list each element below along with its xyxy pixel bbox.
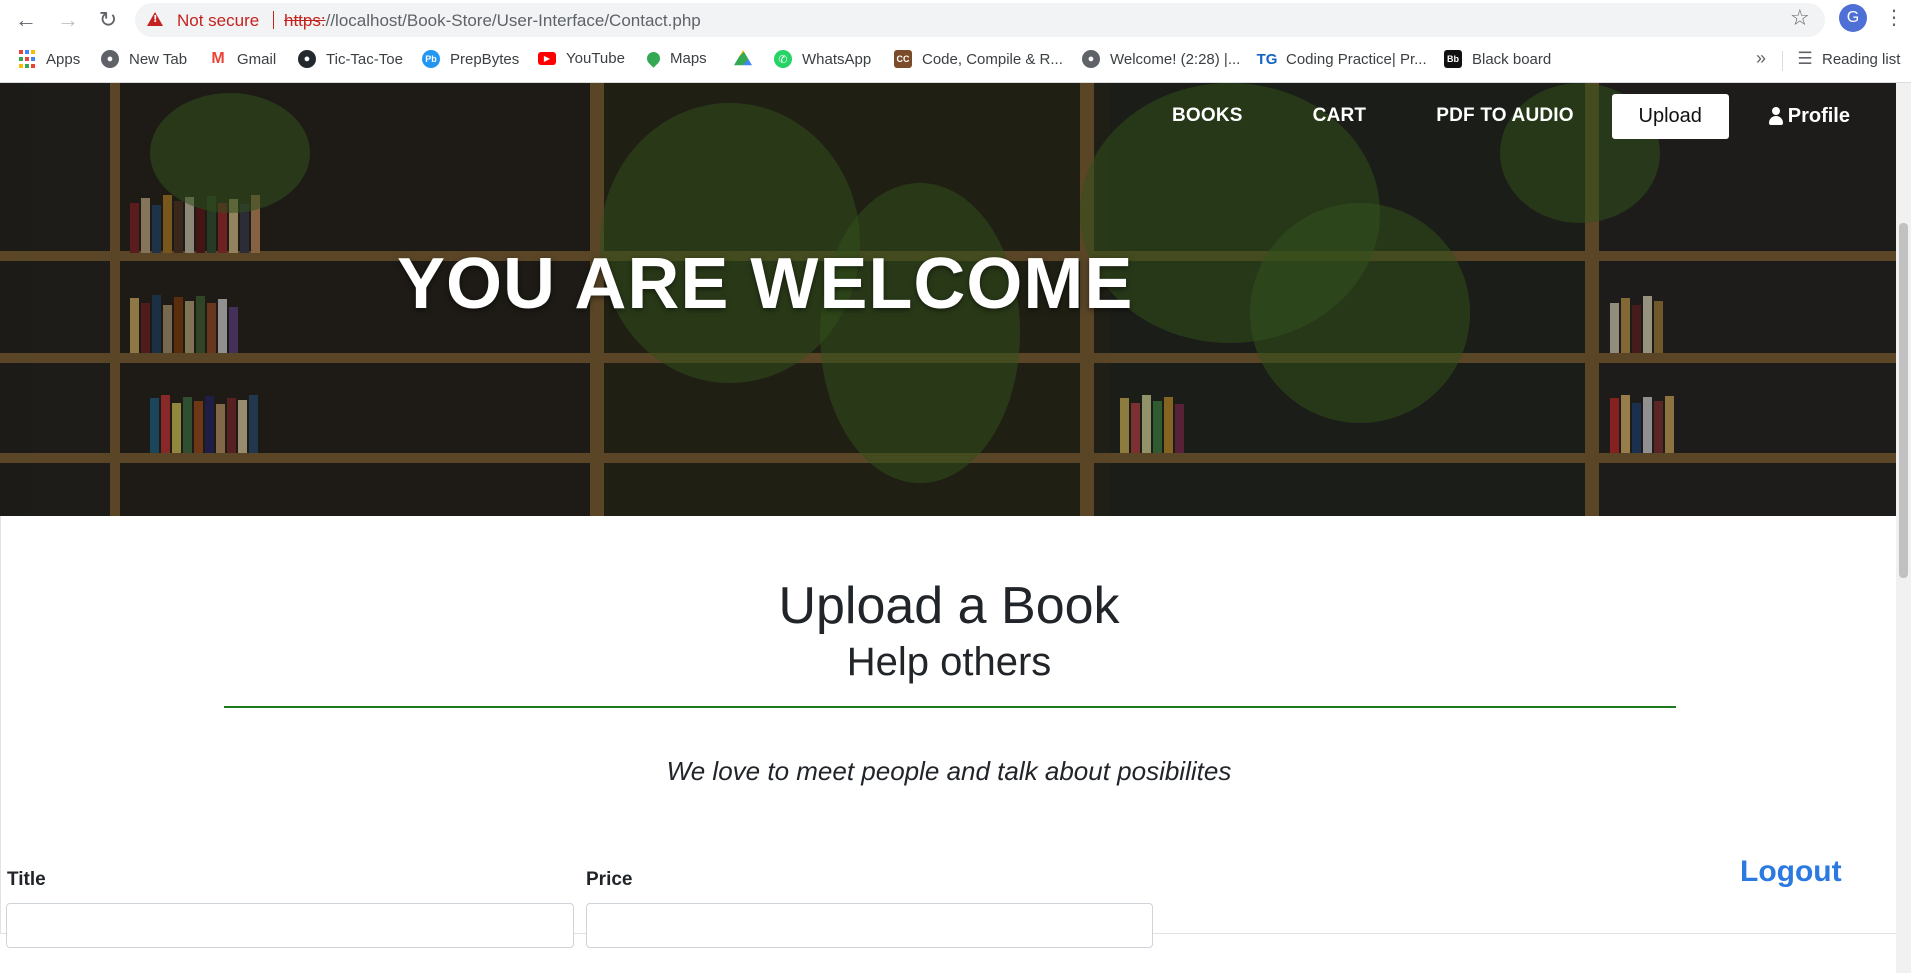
bookmark-youtube[interactable]: ▶ YouTube: [538, 50, 625, 67]
bookmark-label: Coding Practice| Pr...: [1286, 50, 1427, 68]
nav-pdf-to-audio[interactable]: PDF TO AUDIO: [1436, 105, 1574, 127]
bookmark-apps[interactable]: Apps: [18, 50, 80, 68]
bookmark-google-drive[interactable]: [734, 50, 762, 68]
bookmark-label: YouTube: [566, 50, 625, 67]
bookmark-prepbytes[interactable]: Pb PrepBytes: [422, 50, 519, 68]
reading-list-button[interactable]: ☰ Reading list: [1796, 49, 1901, 68]
nav-profile[interactable]: Profile: [1768, 104, 1850, 128]
reload-icon[interactable]: ↻: [94, 6, 122, 34]
hero-banner: BOOKS CART PDF TO AUDIO Upload Profile Y…: [0, 83, 1896, 516]
bookmark-label: Welcome! (2:28) |...: [1110, 50, 1241, 68]
bookmark-maps[interactable]: Maps: [644, 49, 707, 68]
profile-avatar[interactable]: G: [1839, 4, 1867, 32]
nav-upload-button[interactable]: Upload: [1611, 93, 1729, 139]
nav-profile-label: Profile: [1787, 104, 1850, 127]
bookmark-whatsapp[interactable]: ✆ WhatsApp: [774, 50, 871, 68]
bookmark-label: Code, Compile & R...: [922, 50, 1063, 68]
scrollbar-thumb[interactable]: [1899, 223, 1908, 578]
bookmark-coding-practice[interactable]: TG Coding Practice| Pr...: [1256, 50, 1427, 68]
bookmark-tic-tac-toe[interactable]: ● Tic-Tac-Toe: [298, 50, 403, 68]
nav-books[interactable]: BOOKS: [1172, 105, 1243, 127]
section-divider: [224, 706, 1676, 708]
apps-grid-icon: [18, 50, 36, 68]
codechef-icon: CC: [894, 50, 912, 68]
github-icon: ●: [298, 50, 316, 68]
bookmark-label: New Tab: [129, 50, 188, 68]
url-text[interactable]: https://localhost/Book-Store/User-Interf…: [284, 11, 701, 31]
bookmark-label: Gmail: [237, 50, 277, 68]
reading-list-icon: ☰: [1796, 49, 1814, 68]
bookmark-blackboard[interactable]: Bb Black board: [1444, 50, 1551, 68]
price-input[interactable]: [586, 903, 1153, 948]
browser-toolbar: ← → ↻ Not secure https://localhost/Book-…: [0, 0, 1911, 40]
page-viewport: BOOKS CART PDF TO AUDIO Upload Profile Y…: [0, 83, 1896, 973]
warning-triangle-icon: [147, 12, 163, 26]
title-label: Title: [7, 869, 46, 890]
url-path: //localhost/Book-Store/User-Interface/Co…: [325, 11, 701, 30]
kebab-menu-icon[interactable]: ⋮: [1884, 5, 1904, 30]
price-label: Price: [586, 869, 633, 890]
whatsapp-icon: ✆: [774, 50, 792, 68]
globe-icon: ●: [1082, 50, 1100, 68]
bookmarks-bar: Apps ● New Tab M Gmail ● Tic-Tac-Toe Pb …: [0, 40, 1911, 83]
nav-cart[interactable]: CART: [1313, 105, 1367, 127]
bookmark-code-compile[interactable]: CC Code, Compile & R...: [894, 50, 1063, 68]
bookmark-label: WhatsApp: [802, 50, 872, 68]
upload-intro-section: Upload a Book Help others We love to mee…: [0, 516, 1896, 934]
blackboard-icon: Bb: [1444, 50, 1462, 68]
bookmark-label: Apps: [46, 50, 81, 68]
google-drive-icon: [734, 50, 752, 66]
bookmark-label: Tic-Tac-Toe: [326, 50, 403, 68]
page-subtitle: Help others: [846, 640, 1052, 684]
forward-arrow-icon[interactable]: →: [54, 6, 82, 34]
prepbytes-icon: Pb: [422, 50, 440, 68]
gmail-icon: M: [209, 50, 227, 68]
back-arrow-icon[interactable]: ←: [12, 6, 40, 34]
page-title: Upload a Book: [778, 577, 1120, 635]
address-separator: [273, 11, 274, 29]
url-scheme: https:: [284, 11, 326, 30]
reading-list-separator: [1782, 51, 1783, 71]
page-scrollbar[interactable]: [1896, 83, 1911, 973]
title-input[interactable]: [6, 903, 574, 948]
youtube-icon: ▶: [538, 52, 556, 65]
bookmark-label: Maps: [670, 50, 707, 67]
address-bar[interactable]: Not secure https://localhost/Book-Store/…: [135, 3, 1825, 37]
bookmarks-overflow-chevron[interactable]: »: [1756, 48, 1766, 69]
bookmark-gmail[interactable]: M Gmail: [209, 50, 276, 68]
logout-link[interactable]: Logout: [1740, 855, 1842, 889]
bookmark-label: Black board: [1472, 50, 1552, 68]
globe-icon: ●: [101, 50, 119, 68]
bookmark-welcome[interactable]: ● Welcome! (2:28) |...: [1082, 50, 1240, 68]
bookmark-new-tab[interactable]: ● New Tab: [101, 50, 187, 68]
main-navbar: BOOKS CART PDF TO AUDIO Upload Profile: [1102, 83, 1896, 149]
reading-list-label: Reading list: [1822, 50, 1901, 68]
tg-icon: TG: [1256, 50, 1278, 68]
bookmark-label: PrepBytes: [450, 50, 520, 68]
user-icon: [1768, 107, 1783, 125]
maps-pin-icon: [644, 49, 663, 68]
bookmark-star-icon[interactable]: ☆: [1790, 5, 1810, 31]
security-status[interactable]: Not secure: [177, 11, 259, 31]
hero-title: YOU ARE WELCOME: [397, 244, 1134, 324]
tagline: We love to meet people and talk about po…: [666, 756, 1232, 786]
